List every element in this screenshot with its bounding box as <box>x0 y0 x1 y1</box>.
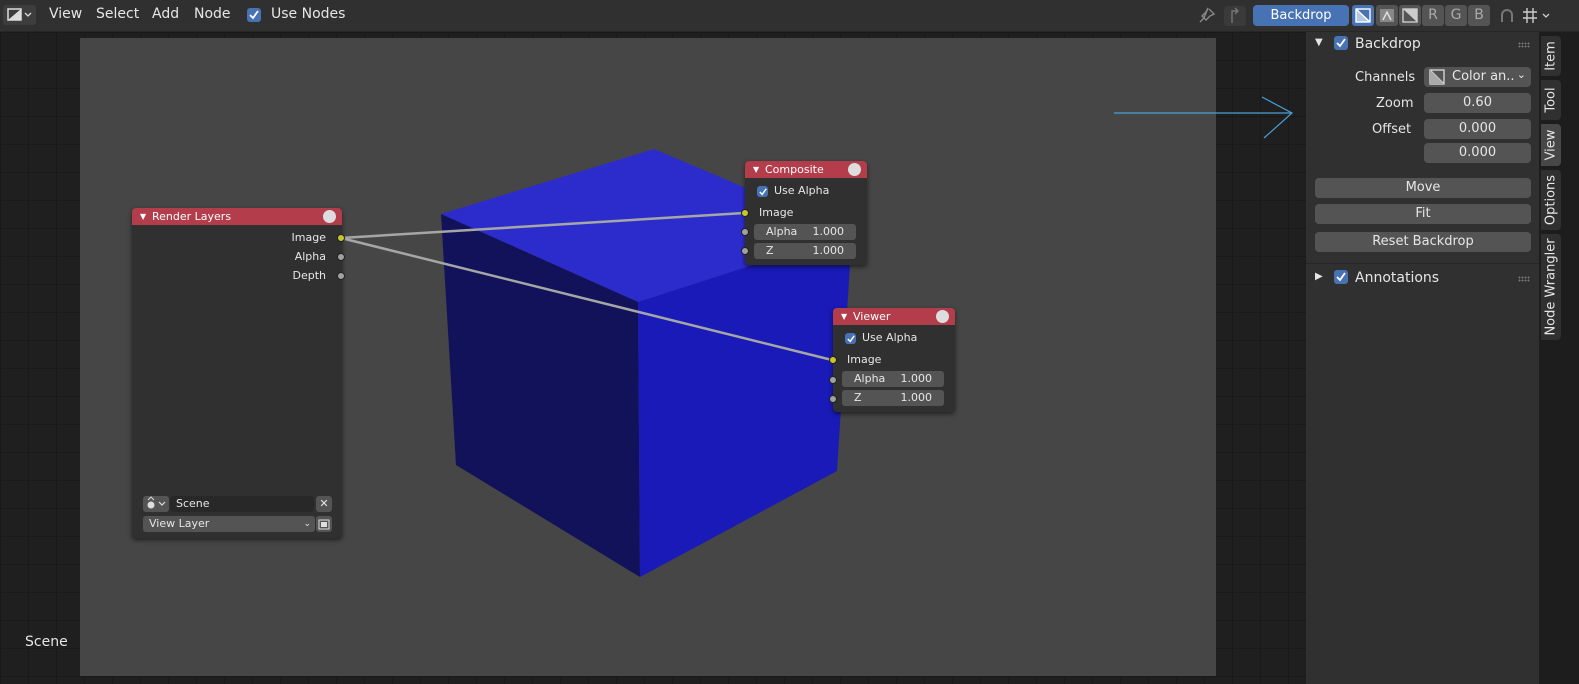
composite-use-alpha-checkbox[interactable] <box>757 186 768 197</box>
output-depth-label: Depth <box>292 269 326 282</box>
render-layers-title: Render Layers <box>152 210 232 223</box>
viewer-node[interactable]: ▼ Viewer Use Alpha Image Alpha 1.000 Z 1… <box>833 308 955 412</box>
offset-label: Offset <box>1372 122 1412 137</box>
viewer-use-alpha-checkbox[interactable] <box>845 333 856 344</box>
composite-z-field[interactable]: Z 1.000 <box>754 243 856 259</box>
composite-title: Composite <box>765 163 824 176</box>
panel-expanded-triangle-icon[interactable]: ▼ <box>1315 37 1323 48</box>
z-label: Z <box>766 244 774 257</box>
tab-view-label: View <box>1543 129 1559 161</box>
preview-sphere-icon[interactable] <box>848 163 861 176</box>
tab-item-label: Item <box>1543 41 1559 71</box>
annotations-title: Annotations <box>1355 270 1440 286</box>
z-value: 1.000 <box>900 391 933 404</box>
color-alpha-icon <box>1429 69 1445 85</box>
zoom-label: Zoom <box>1376 96 1414 111</box>
drag-grip-icon[interactable] <box>1518 276 1530 282</box>
channels-value: Color an.. <box>1452 69 1515 84</box>
scene-selector-icon[interactable] <box>143 496 169 512</box>
collapse-triangle-icon[interactable]: ▼ <box>140 208 146 225</box>
render-layers-image-socket[interactable] <box>337 234 345 242</box>
backdrop-panel-checkbox[interactable] <box>1334 36 1348 50</box>
viewer-alpha-field[interactable]: Alpha 1.000 <box>842 371 944 387</box>
output-image-label: Image <box>291 231 326 244</box>
composite-image-socket[interactable] <box>741 209 749 217</box>
viewer-header[interactable]: ▼ Viewer <box>833 308 955 325</box>
tab-tool-label: Tool <box>1543 87 1559 113</box>
panel-divider <box>1306 263 1539 264</box>
render-layers-header[interactable]: ▼ Render Layers <box>132 208 342 225</box>
tab-options-label: Options <box>1543 174 1559 226</box>
tab-node-wrangler[interactable]: Node Wrangler <box>1541 234 1561 340</box>
render-layer-icon[interactable] <box>316 516 332 532</box>
fit-button[interactable]: Fit <box>1315 204 1531 224</box>
alpha-label: Alpha <box>854 372 886 385</box>
scene-field[interactable]: Scene <box>170 496 314 512</box>
tab-item[interactable]: Item <box>1541 36 1561 76</box>
z-value: 1.000 <box>812 244 845 257</box>
view-layer-dropdown[interactable]: View Layer ⌄ <box>143 516 315 532</box>
viewer-alpha-socket[interactable] <box>829 376 837 384</box>
scene-name-overlay: Scene <box>25 634 68 650</box>
tab-options[interactable]: Options <box>1541 170 1561 230</box>
viewer-z-field[interactable]: Z 1.000 <box>842 390 944 406</box>
backdrop-offset-arrow-icon <box>1114 96 1294 139</box>
viewer-use-alpha-label[interactable]: Use Alpha <box>862 331 917 344</box>
viewer-image-input-label: Image <box>847 353 882 366</box>
composite-alpha-field[interactable]: Alpha 1.000 <box>754 224 856 240</box>
alpha-value: 1.000 <box>812 225 845 238</box>
render-layers-alpha-socket[interactable] <box>337 253 345 261</box>
composite-alpha-socket[interactable] <box>741 228 749 236</box>
output-alpha-label: Alpha <box>294 250 326 263</box>
zoom-field[interactable]: 0.60 <box>1424 93 1531 113</box>
channels-label: Channels <box>1355 70 1416 85</box>
chevron-down-icon: ⌄ <box>1516 68 1526 81</box>
panel-collapsed-triangle-icon[interactable]: ▶ <box>1315 271 1323 282</box>
viewer-z-socket[interactable] <box>829 395 837 403</box>
tab-node-wrangler-label: Node Wrangler <box>1543 238 1559 336</box>
view-layer-value: View Layer <box>149 517 210 530</box>
reset-backdrop-button[interactable]: Reset Backdrop <box>1315 232 1531 252</box>
render-layers-node[interactable]: ▼ Render Layers Image Alpha Depth Scene … <box>132 208 342 538</box>
composite-z-socket[interactable] <box>741 247 749 255</box>
collapse-triangle-icon[interactable]: ▼ <box>841 308 847 325</box>
preview-sphere-icon[interactable] <box>936 310 949 323</box>
backdrop-panel-title: Backdrop <box>1355 36 1421 52</box>
render-layers-depth-socket[interactable] <box>337 272 345 280</box>
offset-y-field[interactable]: 0.000 <box>1424 143 1531 163</box>
composite-use-alpha-label[interactable]: Use Alpha <box>774 184 829 197</box>
clear-scene-icon[interactable]: ✕ <box>316 496 332 512</box>
drag-grip-icon[interactable] <box>1518 42 1530 48</box>
annotations-checkbox[interactable] <box>1334 270 1348 284</box>
composite-header[interactable]: ▼ Composite <box>745 161 867 178</box>
alpha-value: 1.000 <box>900 372 933 385</box>
preview-sphere-icon[interactable] <box>323 210 336 223</box>
viewer-title: Viewer <box>853 310 891 323</box>
offset-x-field[interactable]: 0.000 <box>1424 119 1531 139</box>
tab-view[interactable]: View <box>1541 124 1561 166</box>
channels-dropdown[interactable]: Color an.. ⌄ <box>1424 67 1531 87</box>
alpha-label: Alpha <box>766 225 798 238</box>
sidebar-tabs: Item Tool View Options Node Wrangler <box>1539 32 1579 684</box>
collapse-triangle-icon[interactable]: ▼ <box>753 161 759 178</box>
move-button[interactable]: Move <box>1315 178 1531 198</box>
composite-node[interactable]: ▼ Composite Use Alpha Image Alpha 1.000 … <box>745 161 867 265</box>
chevron-down-icon: ⌄ <box>303 519 311 529</box>
composite-image-input-label: Image <box>759 206 794 219</box>
tab-tool[interactable]: Tool <box>1541 80 1561 120</box>
viewer-image-socket[interactable] <box>829 356 837 364</box>
z-label: Z <box>854 391 862 404</box>
